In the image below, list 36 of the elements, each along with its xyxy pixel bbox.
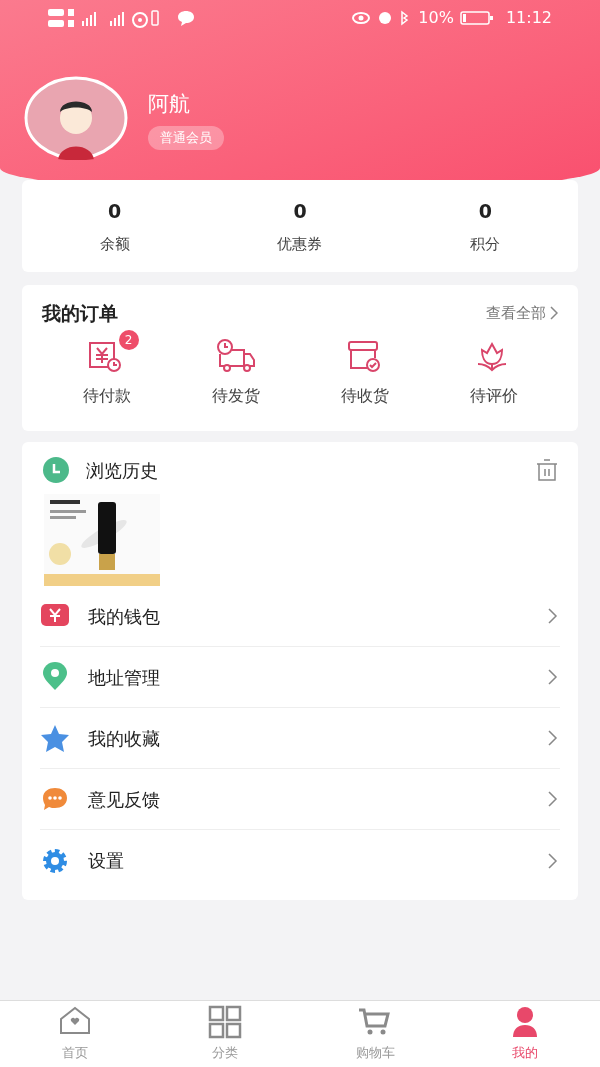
section-title: 我的订单 bbox=[42, 301, 118, 326]
stat-label: 余额 bbox=[99, 234, 130, 255]
clock-time: 11:12 bbox=[505, 7, 552, 29]
chevron-right-icon bbox=[548, 669, 558, 685]
order-status-button[interactable]: 待收货 bbox=[300, 329, 429, 408]
chevron-right-icon bbox=[548, 852, 558, 869]
user-name: 阿航 bbox=[148, 90, 190, 118]
stat-value: 0 bbox=[108, 198, 122, 224]
menu-item[interactable]: 我的钱包 bbox=[40, 586, 560, 647]
section-title: 浏览历史 bbox=[86, 458, 158, 483]
stat-label: 积分 bbox=[470, 234, 501, 255]
menu-item[interactable]: 意见反馈 bbox=[40, 769, 560, 830]
trash-icon bbox=[536, 459, 558, 481]
battery-icon bbox=[459, 10, 494, 26]
chevron-right-icon bbox=[548, 608, 558, 624]
view-all-link[interactable]: 查看全部 bbox=[486, 302, 558, 325]
menu-item[interactable]: 设置 bbox=[40, 830, 560, 891]
chevron-right-icon bbox=[550, 306, 558, 321]
message-icon bbox=[176, 10, 196, 26]
order-status-button[interactable]: 2 待付款 bbox=[42, 329, 171, 408]
order-status-button[interactable]: 待评价 bbox=[429, 329, 558, 408]
menu-item[interactable]: 我的收藏 bbox=[40, 708, 560, 769]
stat-value: 0 bbox=[293, 198, 307, 224]
stat-value: 0 bbox=[478, 198, 492, 224]
battery-percentage: 10% bbox=[418, 7, 454, 29]
truck-icon bbox=[215, 337, 256, 374]
chevron-right-icon bbox=[548, 791, 558, 807]
count-badge: 2 bbox=[118, 329, 139, 350]
order-status-button[interactable]: 待发货 bbox=[171, 329, 300, 408]
stat-label: 优惠券 bbox=[277, 234, 323, 255]
clock-icon bbox=[42, 456, 70, 484]
member-badge: 普通会员 bbox=[148, 126, 224, 150]
grid-icon bbox=[208, 1005, 242, 1040]
menu-item[interactable]: 地址管理 bbox=[40, 647, 560, 708]
chevron-right-icon bbox=[548, 730, 558, 746]
tab-item[interactable]: 我的 bbox=[450, 1001, 600, 1067]
